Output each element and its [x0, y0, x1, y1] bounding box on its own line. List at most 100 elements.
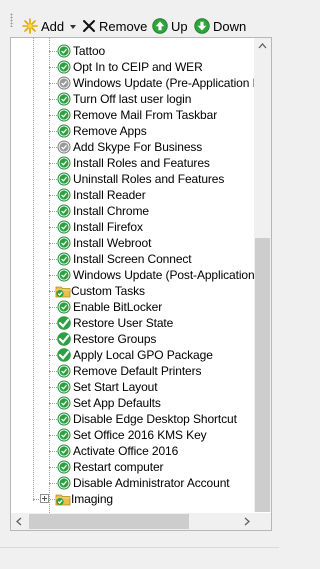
- tree-connector: [49, 387, 57, 388]
- green-checkmark-icon: [57, 60, 71, 74]
- tree-rows: Tattoo Opt In to CEIP and WER Windows Up…: [11, 43, 271, 507]
- tree-connector: [49, 435, 57, 436]
- tree-item-label: Windows Update (Pre-Application Inst: [73, 76, 272, 90]
- tree-item[interactable]: Uninstall Roles and Features: [11, 171, 253, 187]
- tree-item-label: Install Firefox: [73, 220, 143, 234]
- tree-item[interactable]: Install Webroot: [11, 235, 253, 251]
- tree-item[interactable]: Add Skype For Business: [11, 139, 253, 155]
- add-dropdown-caret-icon[interactable]: [70, 25, 77, 29]
- toolbar-grip[interactable]: [10, 13, 13, 27]
- tree-item[interactable]: Install Screen Connect: [11, 251, 253, 267]
- up-button[interactable]: Up: [152, 15, 188, 37]
- tree-connector: [49, 307, 57, 308]
- green-checkmark-icon: [57, 188, 71, 202]
- tree-connector: [49, 99, 57, 100]
- green-checkmark-icon: [57, 476, 71, 490]
- tree-item[interactable]: Set Start Layout: [11, 379, 253, 395]
- tree-item[interactable]: Install Chrome: [11, 203, 253, 219]
- tree-connector: [49, 83, 57, 84]
- remove-x-icon: [83, 20, 95, 32]
- tree-item[interactable]: Restart computer: [11, 459, 253, 475]
- tree-connector: [49, 259, 57, 260]
- tree-item-label: Opt In to CEIP and WER: [73, 60, 203, 74]
- tree-connector: [49, 275, 57, 276]
- tree-item-label: Set Office 2016 KMS Key: [73, 428, 207, 442]
- tree-item[interactable]: Remove Default Printers: [11, 363, 253, 379]
- tree-item-label: Uninstall Roles and Features: [73, 172, 225, 186]
- tree-connector: [49, 131, 57, 132]
- scroll-up-arrow-icon[interactable]: [254, 38, 271, 55]
- tree-item[interactable]: Opt In to CEIP and WER: [11, 59, 253, 75]
- scroll-left-arrow-icon[interactable]: [11, 513, 28, 530]
- tree-item[interactable]: Enable BitLocker: [11, 299, 253, 315]
- tree-item-label: Apply Local GPO Package: [73, 348, 213, 362]
- horizontal-scroll-thumb[interactable]: [29, 514, 189, 529]
- tree-item[interactable]: Custom Tasks: [11, 283, 253, 299]
- tree-item[interactable]: Tattoo: [11, 43, 253, 59]
- up-label: Up: [171, 18, 188, 34]
- tree-item[interactable]: Remove Apps: [11, 123, 253, 139]
- green-checkmark-icon: [57, 316, 71, 330]
- vertical-scroll-thumb[interactable]: [255, 238, 270, 512]
- tree-connector: [49, 195, 57, 196]
- add-button[interactable]: Add: [22, 15, 77, 37]
- green-checkmark-icon: [57, 428, 71, 442]
- tree-item[interactable]: Disable Edge Desktop Shortcut: [11, 411, 253, 427]
- down-button[interactable]: Down: [194, 15, 246, 37]
- horizontal-scrollbar[interactable]: [11, 513, 255, 530]
- tree-item[interactable]: Activate Office 2016: [11, 443, 253, 459]
- green-checkmark-icon: [57, 252, 71, 266]
- green-checkmark-icon: [57, 300, 71, 314]
- green-checkmark-icon: [57, 108, 71, 122]
- tree-connector: [49, 403, 57, 404]
- tree-item-label: Enable BitLocker: [73, 300, 163, 314]
- green-checkmark-icon: [57, 172, 71, 186]
- tree-item[interactable]: Apply Local GPO Package: [11, 347, 253, 363]
- tree-connector: [49, 147, 57, 148]
- green-checkmark-icon: [57, 460, 71, 474]
- tree-item-label: Install Chrome: [73, 204, 149, 218]
- remove-button[interactable]: Remove: [82, 15, 147, 37]
- folder-icon: [55, 492, 71, 506]
- tree-item-label: Remove Apps: [73, 124, 147, 138]
- tree-item-label: Restart computer: [73, 460, 164, 474]
- tree-item-label: Turn Off last user login: [73, 92, 192, 106]
- add-icon: [22, 18, 38, 34]
- task-sequence-tree[interactable]: Tattoo Opt In to CEIP and WER Windows Up…: [10, 37, 272, 531]
- scroll-right-arrow-icon[interactable]: [238, 513, 255, 530]
- tree-connector: [49, 51, 57, 52]
- tree-connector: [49, 243, 57, 244]
- tree-item[interactable]: Install Roles and Features: [11, 155, 253, 171]
- tree-item[interactable]: Restore Groups: [11, 331, 253, 347]
- tree-connector: [49, 227, 57, 228]
- tree-connector: [49, 371, 57, 372]
- tree-item[interactable]: Set Office 2016 KMS Key: [11, 427, 253, 443]
- tree-item[interactable]: Install Firefox: [11, 219, 253, 235]
- gray-checkmark-icon: [57, 140, 71, 154]
- tree-connector: [49, 419, 57, 420]
- tree-item[interactable]: Restore User State: [11, 315, 253, 331]
- up-arrow-icon: [152, 18, 168, 34]
- tree-item[interactable]: Install Reader: [11, 187, 253, 203]
- tree-item[interactable]: Remove Mail From Taskbar: [11, 107, 253, 123]
- vertical-scrollbar[interactable]: [254, 38, 271, 512]
- green-checkmark-icon: [57, 124, 71, 138]
- tree-connector: [49, 467, 57, 468]
- tree-item[interactable]: Disable Administrator Account: [11, 475, 253, 491]
- tree-item[interactable]: Set App Defaults: [11, 395, 253, 411]
- tree-connector: [49, 451, 57, 452]
- tree-item-label: Imaging: [71, 492, 113, 506]
- tree-item-label: Remove Default Printers: [73, 364, 202, 378]
- add-label: Add: [41, 18, 65, 34]
- tree-item[interactable]: Imaging: [11, 491, 253, 507]
- tree-connector: [49, 67, 57, 68]
- tree-item-label: Install Roles and Features: [73, 156, 210, 170]
- green-checkmark-icon: [57, 268, 71, 282]
- tree-item[interactable]: Windows Update (Post-Application Ins: [11, 267, 271, 283]
- tree-item[interactable]: Windows Update (Pre-Application Inst: [11, 75, 271, 91]
- green-checkmark-icon: [57, 380, 71, 394]
- tree-item-label: Restore User State: [73, 316, 174, 330]
- expand-plus-icon[interactable]: [40, 494, 49, 503]
- tree-item[interactable]: Turn Off last user login: [11, 91, 253, 107]
- status-bar: [0, 547, 279, 569]
